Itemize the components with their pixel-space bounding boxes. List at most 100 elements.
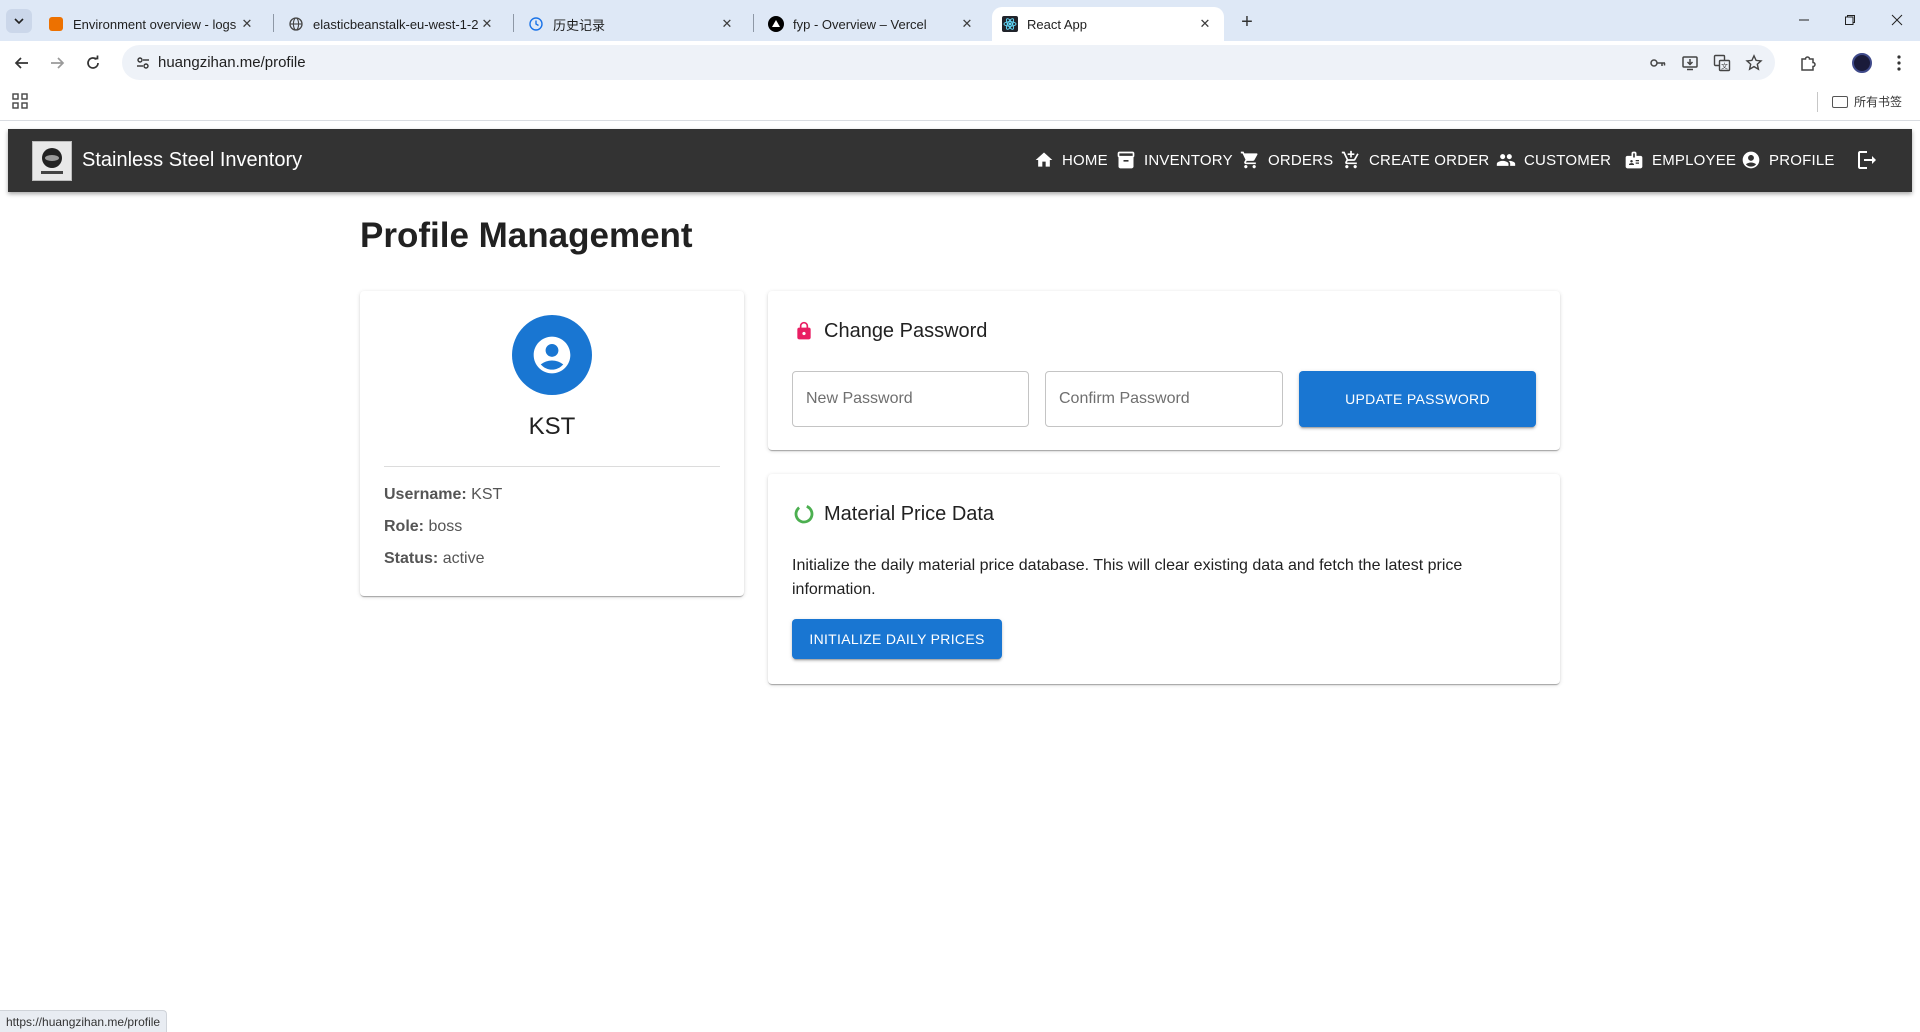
refresh-progress-icon [792,502,816,526]
nav-employee[interactable]: EMPLOYEE [1624,150,1736,170]
link-status-bar: https://huangzihan.me/profile [0,1010,168,1032]
inventory-icon [1117,151,1135,169]
close-icon[interactable]: ✕ [718,15,736,33]
account-circle-icon [533,336,571,374]
page-title: Profile Management [360,216,693,255]
arrow-left-icon [14,57,28,69]
bookmark-star-icon[interactable] [1743,52,1765,74]
tab-separator [513,14,514,32]
people-icon [1496,154,1516,166]
new-tab-button[interactable]: + [1233,8,1261,36]
tab-title: elasticbeanstalk-eu-west-1-2 [313,16,478,32]
nav-create-order[interactable]: CREATE ORDER [1341,150,1489,170]
folder-icon [1832,95,1848,108]
browser-tab[interactable]: elasticbeanstalk-eu-west-1-2 ✕ [278,7,506,41]
steel-logo-icon [41,148,63,174]
address-bar[interactable]: huangzihan.me/profile 文 [122,45,1775,80]
bookmarks-separator [1817,92,1818,112]
nav-profile[interactable]: PROFILE [1741,150,1835,170]
globe-icon [288,16,304,32]
nav-label: INVENTORY [1144,151,1233,169]
app-bar: Stainless Steel Inventory HOME INVENTORY… [8,129,1912,192]
aws-elasticbeanstalk-icon [48,16,64,32]
role-value: boss [428,518,463,535]
close-icon [1891,14,1903,26]
url-text: huangzihan.me/profile [158,54,306,71]
initialize-daily-prices-button[interactable]: INITIALIZE DAILY PRICES [792,619,1002,659]
browser-menu-button[interactable] [1884,48,1914,78]
browser-tab[interactable]: fyp - Overview – Vercel ✕ [758,7,986,41]
material-price-header: Material Price Data [792,502,994,526]
browser-tab[interactable]: 历史记录 ✕ [518,7,746,41]
minimize-button[interactable] [1781,6,1827,34]
material-price-description: Initialize the daily material price data… [792,557,1463,598]
username-row: Username: KST [384,486,502,504]
reload-button[interactable] [78,48,108,78]
new-password-input[interactable] [793,372,1028,426]
restore-button[interactable] [1827,6,1873,34]
more-vert-icon [1897,55,1901,71]
nav-orders[interactable]: ORDERS [1240,150,1333,170]
nav-label: EMPLOYEE [1652,151,1737,169]
brand-title[interactable]: Stainless Steel Inventory [82,149,302,172]
close-icon[interactable]: ✕ [958,15,976,33]
logout-icon[interactable] [1855,148,1879,172]
home-icon [1035,152,1053,167]
tab-title: fyp - Overview – Vercel [793,16,927,32]
update-password-button[interactable]: UPDATE PASSWORD [1299,371,1536,427]
apps-grid-icon[interactable] [12,93,28,109]
change-password-card: Change Password UPDATE PASSWORD [768,291,1560,450]
history-icon [528,16,544,32]
nav-inventory[interactable]: INVENTORY [1116,150,1233,170]
password-key-icon[interactable] [1647,52,1669,74]
new-password-field[interactable] [792,371,1029,427]
profile-card: KST Username: KST Role: boss Status: act… [360,291,744,596]
tab-separator [753,14,754,32]
close-icon[interactable]: ✕ [238,15,256,33]
forward-button[interactable] [42,48,72,78]
puzzle-icon [1801,56,1816,71]
plus-icon: + [1241,10,1253,33]
badge-icon [1625,151,1643,169]
minimize-icon [1799,19,1809,21]
install-app-icon[interactable] [1679,52,1701,74]
tab-title: React App [1027,16,1087,32]
close-icon[interactable]: ✕ [478,15,496,33]
divider [384,466,720,467]
arrow-right-icon [51,57,65,69]
profile-avatar-button[interactable] [1847,48,1877,78]
confirm-password-field[interactable] [1045,371,1283,427]
extensions-button[interactable] [1793,48,1823,78]
username-label: Username: [384,486,467,503]
confirm-password-input[interactable] [1046,372,1282,426]
nav-label: CUSTOMER [1524,151,1612,169]
change-password-title: Change Password [824,319,988,342]
restore-icon [1845,15,1855,25]
nav-label: HOME [1062,151,1108,169]
bookmarks-bar: 所有书签 [0,83,1920,121]
site-info-icon[interactable] [134,54,152,72]
close-icon[interactable]: ✕ [1196,15,1214,33]
browser-tab-strip: Environment overview - logs ✕ elasticbea… [0,0,1920,41]
tab-title: Environment overview - logs [73,16,237,32]
back-button[interactable] [7,48,37,78]
browser-tab-active[interactable]: React App ✕ [992,7,1224,41]
reload-icon [87,55,99,69]
material-price-title: Material Price Data [824,502,995,525]
status-label: Status: [384,550,439,567]
brand-logo[interactable] [32,141,72,181]
nav-home[interactable]: HOME [1034,150,1108,170]
role-row: Role: boss [384,518,462,536]
browser-tab[interactable]: Environment overview - logs ✕ [38,7,266,41]
window-close-button[interactable] [1874,6,1920,34]
tab-search-button[interactable] [6,9,32,33]
translate-icon[interactable]: 文 [1711,52,1733,74]
nav-label: CREATE ORDER [1369,151,1490,169]
lock-icon [792,319,816,343]
nav-label: ORDERS [1268,151,1334,169]
material-price-card: Material Price Data Initialize the daily… [768,474,1560,684]
nav-customer[interactable]: CUSTOMER [1496,150,1611,170]
status-row: Status: active [384,550,484,568]
all-bookmarks-button[interactable]: 所有书签 [1832,93,1902,110]
account-circle-icon [1742,151,1760,169]
